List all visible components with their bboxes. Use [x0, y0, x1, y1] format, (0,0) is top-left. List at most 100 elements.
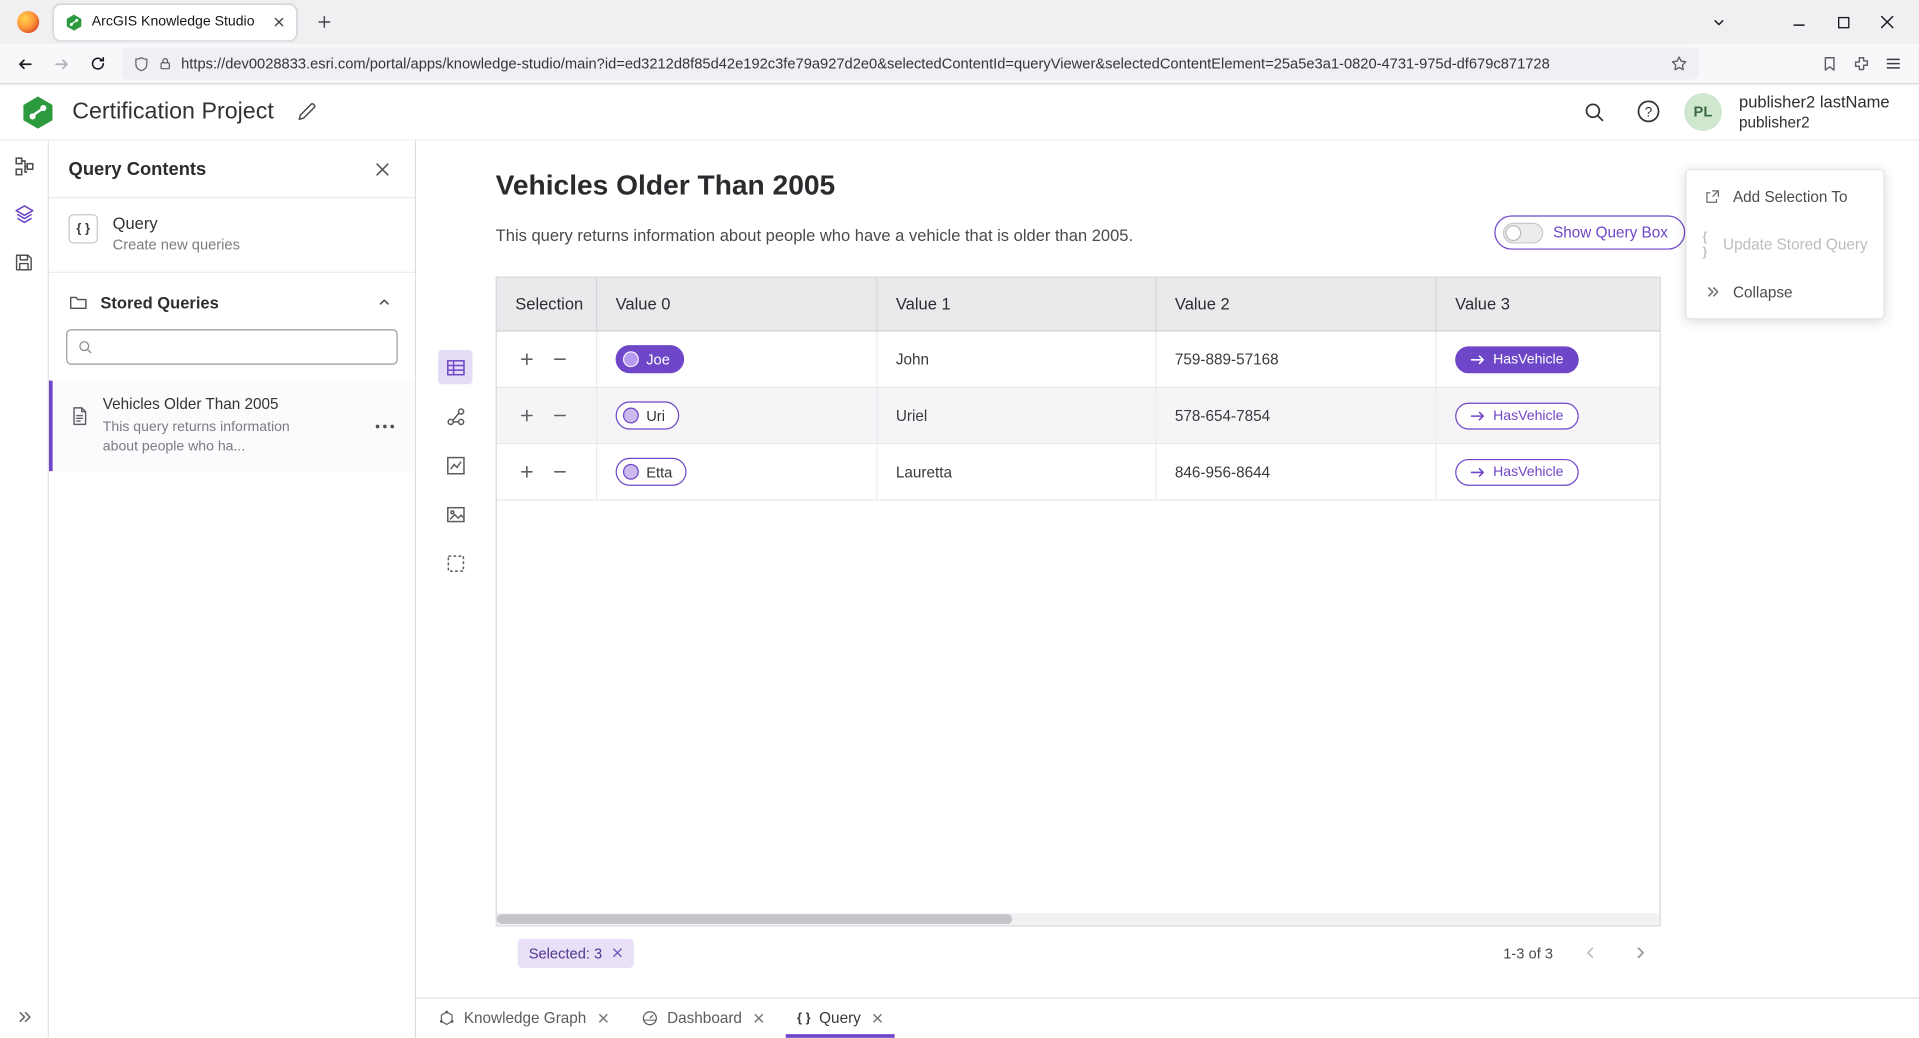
entity-pill[interactable]: Uri [616, 401, 680, 429]
entity-cell: Joe [597, 332, 877, 387]
user-info[interactable]: publisher2 lastName publisher2 [1739, 91, 1890, 132]
tab-query[interactable]: { }Query [781, 999, 900, 1038]
relationship-pill-label: HasVehicle [1493, 352, 1563, 367]
relationship-pill[interactable]: HasVehicle [1455, 402, 1578, 429]
stored-query-title: Vehicles Older Than 2005 [103, 395, 309, 412]
back-icon[interactable] [7, 48, 41, 80]
window-close-button[interactable] [1865, 4, 1909, 41]
search-icon [77, 339, 93, 355]
bottom-tab-strip: Knowledge GraphDashboard{ }Query [416, 997, 1919, 1037]
column-header: Value 0 [597, 278, 877, 331]
remove-from-selection-icon[interactable] [552, 408, 568, 424]
tab-knowledge-graph[interactable]: Knowledge Graph [422, 999, 625, 1038]
forward-icon[interactable] [44, 48, 78, 80]
remove-from-selection-icon[interactable] [552, 464, 568, 480]
map-view-icon[interactable] [438, 497, 472, 531]
clear-selection-icon[interactable] [612, 947, 623, 958]
relationship-pill-label: HasVehicle [1493, 408, 1563, 423]
extensions-icon[interactable] [1853, 55, 1870, 72]
window-minimize-button[interactable] [1777, 4, 1821, 41]
search-icon[interactable] [1576, 94, 1613, 131]
query-contents-panel: Query Contents { } Query Create new quer… [49, 141, 416, 1038]
ellipsis-icon[interactable] [370, 418, 401, 434]
entity-dot-icon [623, 351, 639, 367]
value-cell: 846-956-8644 [1157, 444, 1437, 499]
list-all-tabs-icon[interactable] [1696, 4, 1740, 41]
lock-icon[interactable] [158, 56, 173, 71]
column-header: Selection [497, 278, 597, 331]
remove-from-selection-icon[interactable] [552, 351, 568, 367]
save-icon[interactable] [8, 246, 40, 278]
pocket-save-icon[interactable] [1821, 55, 1838, 72]
close-tab-icon[interactable] [273, 16, 285, 28]
data-model-icon[interactable] [8, 151, 40, 183]
document-icon [69, 405, 91, 457]
table-header-row: SelectionValue 0Value 1Value 2Value 3 [497, 278, 1660, 332]
chart-view-icon[interactable] [438, 448, 472, 482]
menu-icon[interactable] [1885, 55, 1902, 72]
close-panel-icon[interactable] [370, 156, 396, 182]
entity-pill[interactable]: Etta [616, 458, 687, 486]
table-row: JoeJohn759-889-57168HasVehicle [497, 332, 1660, 388]
relationship-pill[interactable]: HasVehicle [1455, 346, 1578, 373]
navbar-right-icons [1821, 55, 1912, 72]
selection-cell [497, 332, 597, 387]
header-right: ? PL publisher2 lastName publisher2 [1576, 91, 1899, 132]
bookmark-star-icon[interactable] [1671, 55, 1688, 72]
stored-query-description: This query returns information about peo… [103, 417, 309, 456]
relationship-pill-label: HasVehicle [1493, 464, 1563, 479]
new-query-title: Query [113, 214, 240, 232]
expand-rail-icon[interactable] [15, 1008, 32, 1025]
stored-queries-search-input[interactable] [102, 338, 387, 355]
url-bar[interactable]: https://dev0028833.esri.com/portal/apps/… [122, 48, 1698, 80]
avatar[interactable]: PL [1684, 93, 1722, 131]
relationship-pill[interactable]: HasVehicle [1455, 458, 1578, 485]
help-icon[interactable]: ? [1630, 94, 1667, 131]
window-maximize-button[interactable] [1821, 4, 1865, 41]
window-controls [1696, 4, 1909, 41]
folder-icon [69, 293, 89, 313]
column-header: Value 2 [1157, 278, 1437, 331]
close-tab-icon[interactable] [872, 1012, 884, 1024]
tab-dashboard[interactable]: Dashboard [625, 999, 781, 1038]
firefox-icon[interactable] [17, 11, 39, 33]
context-menu-item[interactable]: Add Selection To [1686, 173, 1883, 221]
close-tab-icon[interactable] [753, 1012, 765, 1024]
relationship-cell: HasVehicle [1437, 332, 1660, 387]
stored-query-item[interactable]: Vehicles Older Than 2005 This query retu… [49, 381, 415, 472]
stored-queries-header[interactable]: Stored Queries [49, 273, 415, 326]
new-tab-button[interactable] [311, 9, 338, 36]
entity-cell: Uri [597, 388, 877, 443]
tracking-protection-shield-icon[interactable] [133, 56, 149, 72]
value-cell: 759-889-57168 [1157, 332, 1437, 387]
new-query-item[interactable]: { } Query Create new queries [49, 198, 415, 273]
selected-count-label: Selected: 3 [529, 944, 602, 961]
braces-icon: { } [797, 1011, 811, 1026]
column-header: Value 1 [878, 278, 1157, 331]
table-view-icon[interactable] [438, 350, 472, 384]
column-header: Value 3 [1437, 278, 1660, 331]
add-to-selection-icon[interactable] [519, 408, 535, 424]
browser-tab[interactable]: ArcGIS Knowledge Studio [54, 4, 296, 39]
entity-pill[interactable]: Joe [616, 345, 685, 373]
chevron-up-icon[interactable] [373, 291, 395, 313]
context-menu-item[interactable]: Collapse [1686, 268, 1883, 316]
selected-count-chip[interactable]: Selected: 3 [518, 938, 634, 967]
horizontal-scrollbar[interactable] [497, 913, 1660, 925]
refresh-icon[interactable] [81, 48, 115, 80]
scrollbar-thumb[interactable] [497, 914, 1012, 924]
previous-page-icon[interactable] [1578, 940, 1604, 966]
selection-view-icon[interactable] [438, 546, 472, 580]
show-query-box-toggle[interactable]: Show Query Box [1494, 215, 1685, 249]
next-page-icon[interactable] [1628, 940, 1654, 966]
context-menu-item-label: Collapse [1733, 283, 1793, 300]
pagination: 1-3 of 3 [1503, 940, 1653, 966]
edit-title-pencil-icon[interactable] [296, 102, 317, 123]
link-chart-view-icon[interactable] [438, 399, 472, 433]
add-to-selection-icon[interactable] [519, 351, 535, 367]
left-rail [0, 141, 49, 1038]
add-to-selection-icon[interactable] [519, 464, 535, 480]
contents-layers-icon[interactable] [8, 198, 40, 230]
view-switcher [438, 350, 472, 595]
close-tab-icon[interactable] [597, 1012, 609, 1024]
